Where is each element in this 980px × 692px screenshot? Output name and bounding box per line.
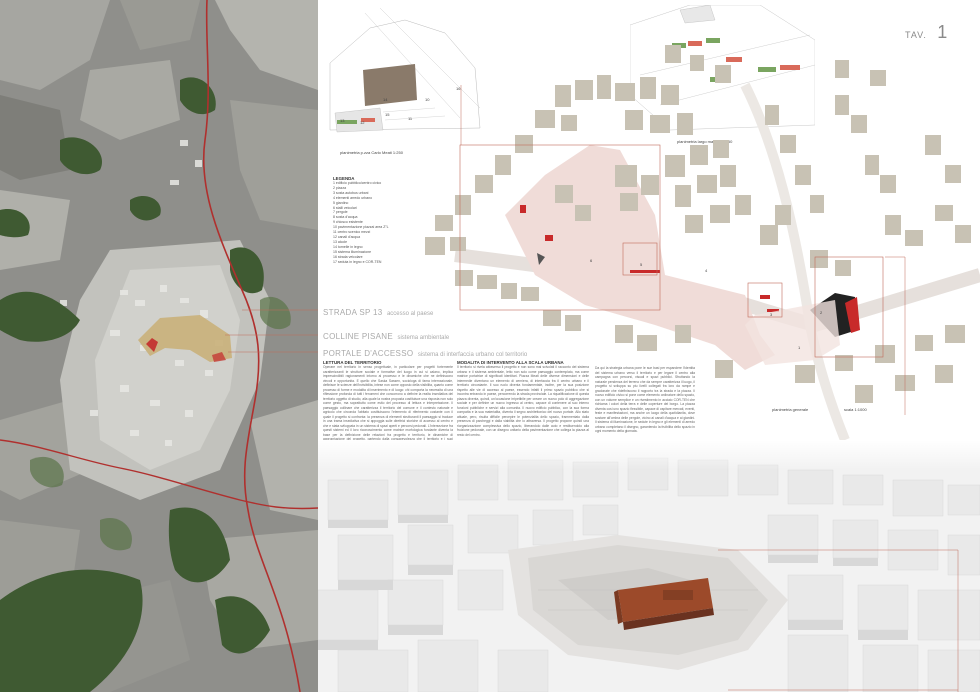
site-number: 6 bbox=[590, 258, 593, 263]
callout-title: PORTALE D'ACCESSO bbox=[323, 349, 414, 358]
callout-portal: PORTALE D'ACCESSO sistema di interfaccia… bbox=[323, 343, 527, 361]
callout-title: COLLINE PISANE bbox=[323, 332, 394, 341]
text-column-strategy: Da qui la strategia urbana pone le sue b… bbox=[595, 366, 695, 446]
plan-scale-general: scala 1:1000 bbox=[844, 407, 867, 412]
callout-subtitle: sistema di interfaccia urbano col territ… bbox=[417, 352, 528, 358]
site-number: 1 bbox=[798, 345, 801, 350]
plan-number: 11 bbox=[408, 116, 413, 121]
plan-caption-left: planimetria p.zza Carlo Meati 1:250 bbox=[340, 150, 403, 155]
site-number: 5 bbox=[640, 262, 643, 267]
aerial-photo bbox=[0, 0, 318, 692]
aerial-render bbox=[318, 440, 980, 692]
callout-title: STRADA SP 13 bbox=[323, 308, 383, 317]
callout-subtitle: sistema ambientale bbox=[397, 335, 450, 341]
plan-number: 13 bbox=[340, 118, 345, 123]
site-number: 3 bbox=[770, 312, 773, 317]
presentation-board: TAV. 1 14 10 16 13 15 11 12 planimetria … bbox=[0, 0, 980, 692]
aerial-terrain bbox=[0, 0, 318, 692]
plan-number: 14 bbox=[383, 97, 388, 102]
callout-subtitle: accesso al paese bbox=[386, 311, 434, 317]
callout-road: STRADA SP 13 accesso al paese bbox=[323, 302, 433, 320]
plan-number: 15 bbox=[385, 112, 390, 117]
column-body: Da qui la strategia urbana pone le sue b… bbox=[595, 366, 695, 433]
site-number: 2 bbox=[820, 310, 823, 315]
site-number: 4 bbox=[705, 268, 708, 273]
plan-number: 12 bbox=[360, 120, 365, 125]
callout-hills: COLLINE PISANE sistema ambientale bbox=[323, 326, 449, 344]
plan-caption-general: planimetria generale bbox=[772, 407, 809, 412]
